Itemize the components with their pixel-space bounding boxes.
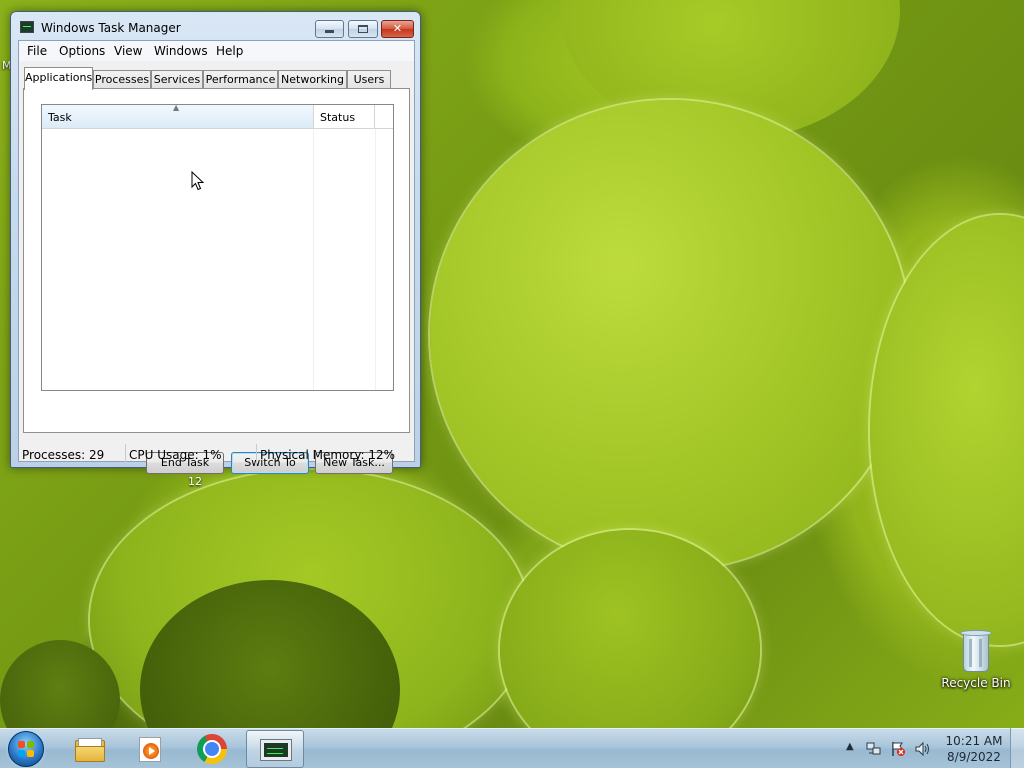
taskbar: ▲ 10:21 AM 8/9/2022 — [0, 728, 1024, 768]
menu-options[interactable]: Options — [58, 44, 106, 58]
folder-icon — [75, 738, 105, 762]
menu-file[interactable]: File — [26, 44, 48, 58]
tab-applications[interactable]: Applications — [24, 67, 93, 90]
menu-view[interactable]: View — [113, 44, 143, 58]
chrome-icon — [197, 734, 227, 764]
window-client: File Options View Windows Help Applicati… — [18, 40, 415, 474]
action-center-flag-icon[interactable] — [890, 741, 906, 757]
tab-users[interactable]: Users — [347, 70, 391, 89]
task-manager-icon — [260, 739, 292, 761]
task-manager-icon — [20, 21, 34, 33]
task-list[interactable]: ▲ Task Status — [41, 104, 394, 391]
column-header-task-label: Task — [48, 111, 72, 124]
column-header-task[interactable]: ▲ Task — [42, 103, 314, 128]
tab-processes[interactable]: Processes — [93, 70, 151, 89]
sort-ascending-icon: ▲ — [173, 103, 180, 112]
desktop-partial-label: 12 — [188, 475, 202, 488]
system-tray: ▲ 10:21 AM 8/9/2022 — [840, 729, 1024, 768]
column-header-status[interactable]: Status — [314, 105, 375, 128]
task-list-header: ▲ Task Status — [42, 103, 393, 129]
taskbar-chrome-button[interactable] — [183, 730, 241, 768]
recycle-bin-label: Recycle Bin — [941, 676, 1011, 690]
status-physical-memory: Physical Memory: 12% — [260, 448, 396, 462]
maximize-button[interactable] — [348, 20, 378, 38]
minimize-icon — [325, 30, 334, 33]
clock-time: 10:21 AM — [945, 734, 1003, 748]
title-bar[interactable]: Windows Task Manager ✕ — [11, 12, 420, 40]
show-hidden-icons-icon[interactable]: ▲ — [846, 741, 854, 752]
minimize-button[interactable] — [315, 20, 344, 38]
column-divider — [313, 129, 314, 390]
status-processes: Processes: 29 — [19, 444, 126, 466]
recycle-bin-icon — [960, 630, 992, 672]
taskbar-task-manager-button[interactable] — [246, 730, 304, 768]
tab-performance[interactable]: Performance — [203, 70, 278, 89]
taskbar-explorer-button[interactable] — [60, 730, 118, 768]
network-icon[interactable] — [866, 741, 882, 757]
applications-panel: ▲ Task Status End Task Switch To New Tas… — [23, 88, 410, 474]
tab-networking[interactable]: Networking — [278, 70, 347, 89]
start-button[interactable] — [8, 731, 44, 767]
windows-logo-icon — [18, 741, 35, 758]
status-bar: Processes: 29 CPU Usage: 1% Physical Mem… — [19, 444, 414, 466]
menu-windows[interactable]: Windows — [153, 44, 209, 58]
menu-help[interactable]: Help — [215, 44, 244, 58]
recycle-bin-shortcut[interactable]: Recycle Bin — [940, 630, 1012, 690]
volume-icon[interactable] — [914, 741, 932, 757]
media-player-icon — [139, 737, 163, 763]
wallpaper-lobe — [430, 100, 910, 570]
maximize-icon — [358, 25, 368, 33]
status-cpu-usage: CPU Usage: 1% — [126, 444, 257, 466]
close-icon: ✕ — [392, 22, 403, 35]
tab-services[interactable]: Services — [151, 70, 203, 89]
window-title: Windows Task Manager — [41, 21, 181, 35]
taskbar-media-player-button[interactable] — [120, 730, 178, 768]
clock[interactable]: 10:21 AM 8/9/2022 — [936, 733, 1012, 765]
menu-bar: File Options View Windows Help — [19, 41, 414, 61]
column-divider — [375, 129, 376, 390]
mouse-cursor-icon — [191, 171, 205, 191]
close-button[interactable]: ✕ — [381, 20, 414, 38]
clock-date: 8/9/2022 — [947, 750, 1001, 764]
show-desktop-button[interactable] — [1010, 728, 1024, 768]
task-manager-window: Windows Task Manager ✕ File Options View… — [10, 11, 421, 474]
